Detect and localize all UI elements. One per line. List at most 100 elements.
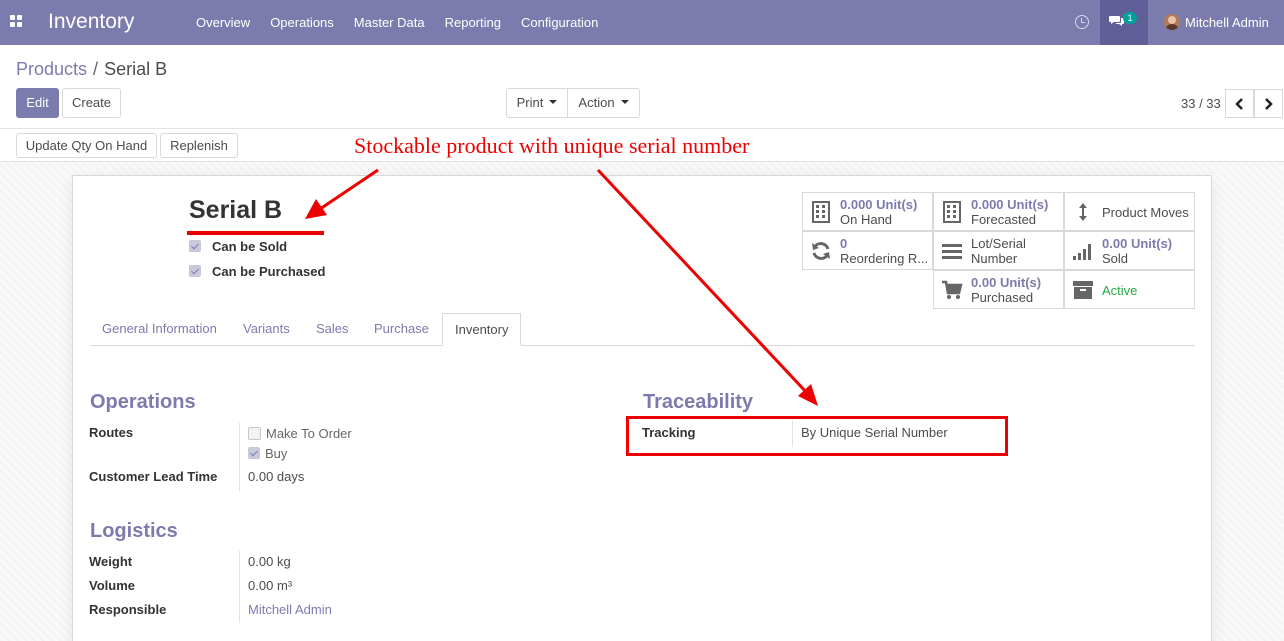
customer-lead-time-label: Customer Lead Time (89, 469, 218, 484)
reordering-label: Reordering R... (840, 251, 929, 266)
on-hand-smart-button[interactable]: 0.000 Unit(s) On Hand (802, 192, 933, 231)
menu-configuration[interactable]: Configuration (511, 0, 608, 45)
purchased-unit: Unit(s) (999, 275, 1042, 290)
top-navbar: Inventory Overview Operations Master Dat… (0, 0, 1284, 45)
routes-label: Routes (89, 425, 134, 440)
tab-general-information[interactable]: General Information (102, 313, 217, 346)
route-buy-checkbox[interactable] (248, 447, 260, 459)
forecasted-smart-button[interactable]: 0.000 Unit(s) Forecasted (933, 192, 1064, 231)
building-icon (812, 201, 830, 223)
update-qty-on-hand-button[interactable]: Update Qty On Hand (16, 133, 157, 158)
signal-bars-icon (1073, 244, 1091, 260)
can-be-purchased-checkbox[interactable] (189, 265, 201, 277)
archive-box-icon (1073, 281, 1093, 299)
can-be-sold-checkbox[interactable] (189, 240, 201, 252)
pager-next-button[interactable] (1254, 89, 1283, 118)
sold-value: 0.00 (1102, 236, 1128, 251)
chevron-down-icon (620, 99, 629, 104)
weight-label: Weight (89, 554, 133, 569)
field-separator (239, 423, 240, 491)
route-mto-row: Make To Order (248, 425, 352, 441)
route-buy-row: Buy (248, 445, 287, 461)
traceability-section-title: Traceability (643, 391, 754, 413)
form-tabs: General Information Variants Sales Purch… (90, 313, 1195, 346)
print-dropdown[interactable]: Print (506, 88, 568, 118)
breadcrumb-current: Serial B (104, 59, 168, 79)
reordering-value: 0 (840, 236, 848, 251)
purchased-label: Purchased (971, 290, 1034, 305)
can-be-sold-label: Can be Sold (212, 238, 288, 254)
on-hand-unit: Unit(s) (876, 197, 918, 212)
volume-value: 0.00 (248, 578, 274, 593)
action-dropdown[interactable]: Action (567, 88, 640, 118)
weight-value: 0.00 (248, 554, 274, 569)
breadcrumb: Products / Serial B (16, 59, 167, 80)
route-buy-label: Buy (265, 445, 288, 461)
breadcrumb-separator: / (93, 59, 99, 79)
forecasted-unit: Unit(s) (1007, 197, 1049, 212)
breadcrumb-products-link[interactable]: Products (16, 59, 87, 79)
tab-inventory[interactable]: Inventory (442, 313, 522, 346)
sold-smart-button[interactable]: 0.00 Unit(s) Sold (1064, 231, 1195, 270)
on-hand-label: On Hand (840, 212, 893, 227)
create-button[interactable]: Create (62, 88, 121, 118)
pager-value[interactable]: 33 / 33 (1181, 96, 1221, 111)
user-menu[interactable]: Mitchell Admin (1185, 15, 1269, 30)
menu-operations[interactable]: Operations (260, 0, 344, 45)
logistics-section-title: Logistics (90, 520, 178, 542)
product-name[interactable]: Serial B (189, 196, 282, 225)
active-label: Active (1102, 283, 1138, 298)
tab-variants[interactable]: Variants (243, 313, 290, 346)
messages-count-badge: 1 (1123, 12, 1137, 24)
volume-field[interactable]: 0.00 m³ (248, 578, 292, 593)
can-be-sold-row: Can be Sold (189, 238, 287, 254)
purchased-smart-button[interactable]: 0.00 Unit(s) Purchased (933, 270, 1064, 309)
route-mto-label: Make To Order (266, 425, 352, 441)
replenish-button[interactable]: Replenish (160, 133, 238, 158)
operations-section-title: Operations (90, 391, 196, 413)
action-label: Action (578, 95, 615, 110)
customer-lead-time-value[interactable]: 0.00 days (248, 469, 304, 484)
reordering-rules-smart-button[interactable]: 0 Reordering R... (802, 231, 933, 270)
chevron-down-icon (549, 99, 558, 104)
menu-overview[interactable]: Overview (186, 0, 260, 45)
vertical-arrows-icon (1079, 203, 1087, 221)
weight-field[interactable]: 0.00 kg (248, 554, 291, 569)
lot-serial-label-line2: Number (971, 251, 1018, 266)
responsible-link[interactable]: Mitchell Admin (248, 602, 332, 617)
sold-label: Sold (1102, 251, 1129, 266)
shopping-cart-icon (942, 280, 963, 299)
lot-serial-label-line1: Lot/Serial (971, 236, 1026, 251)
field-separator (239, 551, 240, 623)
lot-serial-smart-button[interactable]: Lot/Serial Number (933, 231, 1064, 270)
messages-button[interactable]: 1 (1100, 0, 1148, 45)
can-be-purchased-row: Can be Purchased (189, 263, 325, 279)
app-title: Inventory (48, 10, 135, 33)
responsible-label: Responsible (89, 602, 167, 617)
route-mto-checkbox[interactable] (248, 426, 261, 440)
can-be-purchased-label: Can be Purchased (212, 263, 326, 279)
pager-previous-button[interactable] (1225, 89, 1254, 118)
apps-menu-icon[interactable] (10, 15, 22, 27)
forecasted-value: 0.000 (971, 197, 1004, 212)
active-toggle-smart-button[interactable]: Active (1064, 270, 1195, 309)
weight-unit: kg (276, 554, 291, 569)
tab-purchase[interactable]: Purchase (374, 313, 429, 346)
user-avatar[interactable] (1164, 14, 1180, 30)
forecasted-label: Forecasted (971, 212, 1037, 227)
menu-master-data[interactable]: Master Data (344, 0, 435, 45)
sold-unit: Unit(s) (1130, 236, 1173, 251)
list-bars-icon (942, 244, 962, 259)
activity-clock-icon[interactable] (1075, 15, 1089, 29)
edit-button[interactable]: Edit (16, 88, 59, 118)
menu-reporting[interactable]: Reporting (435, 0, 511, 45)
refresh-icon (812, 242, 830, 260)
product-moves-smart-button[interactable]: Product Moves (1064, 192, 1195, 231)
volume-unit: m³ (276, 578, 293, 593)
building-icon (943, 201, 961, 223)
annotation-highlight-box (626, 416, 1008, 456)
print-label: Print (516, 95, 544, 110)
annotation-text: Stockable product with unique serial num… (354, 133, 750, 158)
tab-sales[interactable]: Sales (316, 313, 349, 346)
on-hand-value: 0.000 (840, 197, 873, 212)
